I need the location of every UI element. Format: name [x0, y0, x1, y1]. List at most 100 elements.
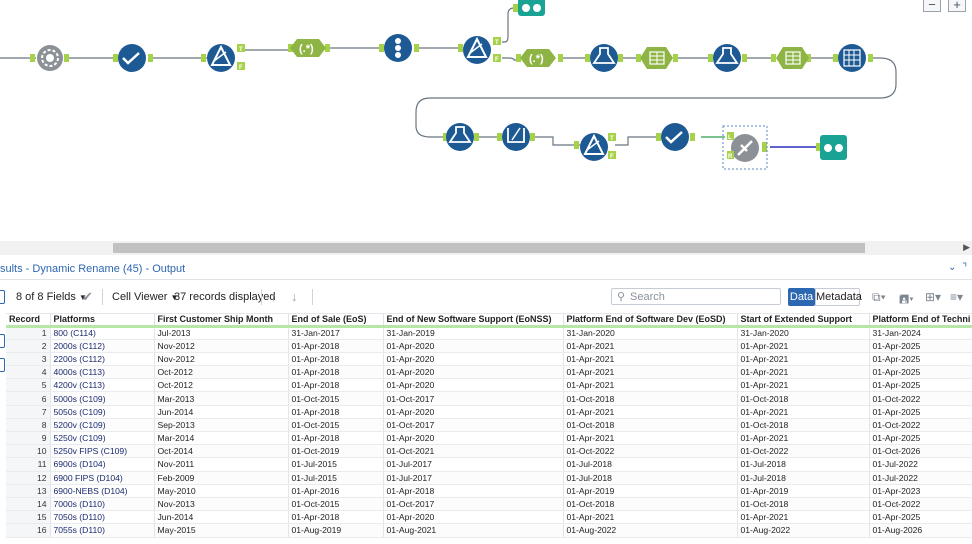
table-cell[interactable]: 01-Oct-2015 [288, 418, 384, 433]
table-cell[interactable]: 01-Apr-2021 [737, 339, 870, 353]
table-cell[interactable]: 01-Apr-2021 [737, 365, 870, 380]
table-cell[interactable]: 01-Apr-2025 [869, 365, 972, 380]
table-cell[interactable]: 5050s (C109) [50, 405, 155, 419]
search-input[interactable] [630, 290, 778, 303]
table-cell[interactable]: 6900s (D104) [50, 457, 155, 472]
table-options-icon[interactable]: ⊞▾ [925, 290, 941, 304]
table-cell[interactable]: 01-Jul-2018 [563, 457, 738, 472]
table-cell[interactable]: 01-Apr-2021 [737, 431, 870, 446]
record-number[interactable]: 15 [6, 510, 51, 525]
table-cell[interactable]: 01-Oct-2018 [737, 497, 870, 512]
table-cell[interactable]: 01-Oct-2019 [288, 444, 384, 459]
table-cell[interactable]: 01-Jul-2017 [383, 471, 564, 485]
pin-icon[interactable]: ⌝ [962, 261, 967, 274]
text-to-columns-tool[interactable] [776, 47, 809, 69]
table-cell[interactable]: 01-Apr-2020 [383, 352, 564, 367]
table-cell[interactable]: 01-Oct-2018 [563, 497, 738, 512]
table-cell[interactable]: 01-Jul-2022 [869, 457, 972, 472]
cell-viewer-dropdown[interactable]: Cell Viewer ▼ [112, 291, 178, 303]
fields-selector[interactable]: 8 of 8 Fields ▼ [16, 291, 87, 303]
column-header[interactable]: End of Sale (EoS) [288, 314, 384, 328]
table-cell[interactable]: 01-Apr-2021 [563, 378, 738, 393]
table-cell[interactable]: 01-Apr-2019 [563, 484, 738, 498]
filter-tool[interactable]: T F [463, 36, 501, 64]
table-cell[interactable]: Oct-2012 [154, 378, 289, 393]
table-cell[interactable]: 4000s (C113) [50, 365, 155, 380]
browse-tool[interactable] [518, 0, 545, 16]
menu-icon[interactable]: ≡▾ [950, 290, 963, 304]
record-number[interactable]: 14 [6, 497, 51, 512]
formula-tool[interactable] [446, 123, 474, 151]
table-cell[interactable]: 31-Jan-2020 [737, 326, 870, 340]
table-cell[interactable]: 01-Apr-2025 [869, 352, 972, 367]
table-cell[interactable]: May-2010 [154, 484, 289, 498]
table-cell[interactable]: 01-Oct-2015 [288, 497, 384, 512]
table-row[interactable]: 2 2000s (C112) Nov-2012 01-Apr-2018 01-Apr-2… [6, 339, 972, 353]
table-cell[interactable]: 01-Oct-2021 [383, 444, 564, 459]
table-cell[interactable]: 01-Apr-2025 [869, 431, 972, 446]
table-cell[interactable]: 01-Aug-2021 [383, 523, 564, 538]
column-header[interactable]: End of New Software Support (EoNSS) [383, 314, 564, 328]
table-row[interactable]: 14 7000s (D110) Nov-2013 01-Oct-2015 01-Oct-… [6, 497, 972, 512]
table-cell[interactable]: 01-Apr-2025 [869, 510, 972, 525]
table-cell[interactable]: 01-Oct-2017 [383, 391, 564, 406]
side-tool-button[interactable] [0, 290, 5, 304]
record-number[interactable]: 8 [6, 418, 51, 433]
table-cell[interactable]: 01-Aug-2019 [288, 523, 384, 538]
table-cell[interactable]: 5200v (C109) [50, 418, 155, 433]
record-number[interactable]: 2 [6, 339, 51, 353]
table-cell[interactable]: 01-Oct-2017 [383, 418, 564, 433]
record-number[interactable]: 11 [6, 457, 51, 472]
table-row[interactable]: 10 5250v FIPS (C109) Oct-2014 01-Oct-2019 01… [6, 444, 972, 459]
table-cell[interactable]: 01-Jul-2017 [383, 457, 564, 472]
table-cell[interactable]: 800 (C114) [50, 326, 155, 340]
table-cell[interactable]: Nov-2012 [154, 339, 289, 353]
workflow-canvas[interactable]: T F (.*) T F (.*) T F L R − + ▶ [0, 0, 972, 255]
formula-tool[interactable] [590, 44, 618, 72]
text-to-columns-tool[interactable] [640, 47, 673, 69]
table-cell[interactable]: 01-Oct-2018 [737, 418, 870, 433]
table-cell[interactable]: 01-Apr-2018 [288, 405, 384, 419]
select-tool[interactable] [118, 44, 146, 72]
table-cell[interactable]: 01-Apr-2025 [869, 405, 972, 419]
table-cell[interactable]: 6900 FIPS (D104) [50, 471, 155, 485]
table-cell[interactable]: 7050s (D110) [50, 510, 155, 525]
table-cell[interactable]: 01-Oct-2022 [869, 391, 972, 406]
table-row[interactable]: 16 7055s (D110) May-2015 01-Aug-2019 01-Aug-… [6, 523, 972, 538]
table-cell[interactable]: 01-Apr-2021 [737, 510, 870, 525]
scrollbar-thumb[interactable] [113, 243, 865, 253]
table-cell[interactable]: 01-Oct-2017 [383, 497, 564, 512]
regex-tool[interactable]: (.*) [520, 49, 556, 67]
record-number[interactable]: 7 [6, 405, 51, 419]
table-cell[interactable]: 01-Apr-2021 [563, 339, 738, 353]
record-number[interactable]: 1 [6, 326, 51, 340]
table-cell[interactable]: Jun-2014 [154, 510, 289, 525]
formula-tool[interactable] [713, 44, 741, 72]
table-cell[interactable]: 01-Apr-2021 [563, 510, 738, 525]
regex-tool[interactable]: (.*) [290, 39, 326, 57]
table-cell[interactable]: 31-Jan-2017 [288, 326, 384, 340]
arrow-up-icon[interactable]: ↑ [270, 289, 277, 304]
table-cell[interactable]: Feb-2009 [154, 471, 289, 485]
table-cell[interactable]: 7000s (D110) [50, 497, 155, 512]
record-number[interactable]: 4 [6, 365, 51, 380]
table-cell[interactable]: 01-Apr-2021 [563, 431, 738, 446]
table-cell[interactable]: 01-Apr-2018 [288, 352, 384, 367]
record-id-tool[interactable] [384, 34, 412, 62]
table-cell[interactable]: 01-Oct-2018 [737, 391, 870, 406]
table-cell[interactable]: 01-Apr-2018 [288, 339, 384, 353]
table-cell[interactable]: 01-Oct-2026 [869, 444, 972, 459]
table-cell[interactable]: 2000s (C112) [50, 339, 155, 353]
filter-tool[interactable]: T F [580, 133, 616, 161]
table-cell[interactable]: 01-Apr-2020 [383, 365, 564, 380]
table-cell[interactable]: 2200s (C112) [50, 352, 155, 367]
table-row[interactable]: 7 5050s (C109) Jun-2014 01-Apr-2018 01-Apr-2… [6, 405, 972, 419]
table-cell[interactable]: 01-Oct-2015 [288, 391, 384, 406]
copy-icon[interactable]: ⧉▾ [872, 290, 886, 305]
table-cell[interactable]: Mar-2014 [154, 431, 289, 446]
table-cell[interactable]: 01-Apr-2020 [383, 510, 564, 525]
table-cell[interactable]: 6900-NEBS (D104) [50, 484, 155, 498]
arrow-down-icon[interactable]: ↓ [291, 289, 298, 304]
table-row[interactable]: 5 4200v (C113) Oct-2012 01-Apr-2018 01-Apr-2… [6, 378, 972, 393]
record-number[interactable]: 3 [6, 352, 51, 367]
